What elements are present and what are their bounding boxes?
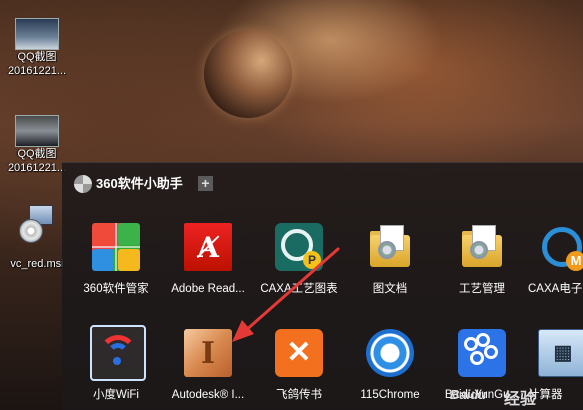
adobe-reader-icon: Ⱥ xyxy=(184,223,232,271)
document-folder-icon xyxy=(366,223,414,271)
app-feige[interactable]: ✕ 飞鸽传书 xyxy=(251,329,347,410)
baidu-jingyan-watermark: Baidu 经验 xyxy=(446,383,583,410)
app-label: 图文档 xyxy=(372,283,408,295)
watermark-logo: Baidu xyxy=(450,387,487,402)
app-label: 飞鸽传书 xyxy=(276,389,322,401)
app-autodesk-inventor[interactable]: I Autodesk® I... xyxy=(160,329,256,410)
desktop-icon-label: QQ截图 xyxy=(17,148,57,160)
app-document-folder[interactable]: 图文档 xyxy=(342,223,438,313)
add-button[interactable]: + xyxy=(198,176,213,191)
watermark-text: 经验 xyxy=(504,391,537,408)
image-thumbnail-icon xyxy=(15,18,59,50)
calculator-icon: ▦ xyxy=(538,329,583,377)
image-thumbnail-icon xyxy=(15,115,59,147)
app-label: 115Chrome xyxy=(360,389,420,401)
app-adobe-reader[interactable]: Ⱥ Adobe Read... xyxy=(160,223,256,313)
wifi-icon xyxy=(90,325,146,381)
caxa-process-icon: P xyxy=(275,223,323,271)
baidu-yun-icon xyxy=(458,329,506,377)
app-360-software-manager[interactable]: 360软件管家 xyxy=(68,223,164,313)
app-label: CAXA工艺图表 xyxy=(260,283,338,295)
app-xiaodu-wifi[interactable]: 小度WiFi xyxy=(68,325,164,410)
app-label: 小度WiFi xyxy=(93,389,139,401)
360-logo-icon xyxy=(74,175,92,193)
app-label: CAXA电子 xyxy=(528,283,583,295)
process-folder-icon xyxy=(458,223,506,271)
360-software-manager-icon xyxy=(92,223,140,271)
app-caxa-electronic[interactable]: M CAXA电子 xyxy=(514,223,583,313)
software-assistant-panel: 360软件小助手 + 360软件管家 Ⱥ Adobe Read... P CAX… xyxy=(62,162,583,410)
feige-icon: ✕ xyxy=(275,329,323,377)
panel-title: 360软件小助手 xyxy=(96,176,183,191)
app-115chrome[interactable]: 115Chrome xyxy=(342,329,438,410)
chrome-115-icon xyxy=(366,329,414,377)
wallpaper-planet xyxy=(204,30,292,118)
desktop-icon-label: QQ截图 xyxy=(17,51,57,63)
installer-package-icon xyxy=(17,205,57,243)
desktop-icon-qq-screenshot-1[interactable]: QQ截图 20161221... xyxy=(2,18,72,78)
caxa-electronic-icon: M xyxy=(538,223,583,271)
app-label: 360软件管家 xyxy=(83,283,149,295)
app-label: Autodesk® I... xyxy=(171,389,245,401)
desktop-icon-label-line2: 20161221... xyxy=(7,65,67,77)
app-caxa-process[interactable]: P CAXA工艺图表 xyxy=(251,223,347,313)
autodesk-inventor-icon: I xyxy=(184,329,232,377)
panel-header: 360软件小助手 + xyxy=(62,163,583,203)
app-label: Adobe Read... xyxy=(171,283,245,295)
